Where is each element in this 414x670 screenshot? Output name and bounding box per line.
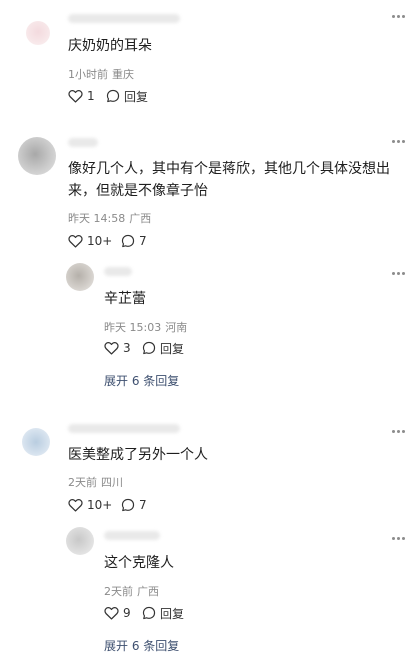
reply-username[interactable] (104, 267, 132, 276)
like-count: 9 (123, 606, 131, 620)
reply-avatar[interactable] (66, 263, 94, 291)
reply-count-button[interactable]: 7 (121, 233, 147, 249)
comment-text: 医美整成了另外一个人 (68, 447, 208, 463)
username[interactable] (68, 424, 180, 433)
avatar[interactable] (18, 137, 56, 175)
reply-button[interactable]: 回复 (142, 605, 184, 621)
comment-bubble-icon (121, 234, 135, 248)
reply-meta: 昨天 15:03 河南 (104, 319, 187, 335)
like-button[interactable]: 9 (104, 605, 131, 621)
reply-time: 2天前 (104, 585, 133, 598)
reply-button[interactable]: 回复 (106, 88, 148, 104)
comment-location: 四川 (101, 476, 123, 489)
reply-location: 广西 (137, 585, 159, 598)
reply-count-button[interactable]: 7 (121, 497, 147, 513)
like-count: 1 (87, 89, 95, 103)
comment-meta: 1小时前 重庆 (68, 66, 134, 82)
comment-time: 1小时前 (68, 68, 108, 81)
heart-icon (104, 607, 119, 620)
comment-meta: 2天前 四川 (68, 474, 123, 490)
more-options-icon[interactable] (390, 271, 406, 277)
username[interactable] (68, 138, 98, 147)
heart-icon (104, 342, 119, 355)
reply-count: 7 (139, 234, 147, 248)
reply-location: 河南 (165, 321, 188, 334)
like-button[interactable]: 10+ (68, 233, 112, 249)
like-count: 10+ (87, 498, 113, 512)
comment-location: 重庆 (112, 68, 134, 81)
comment-location: 广西 (129, 212, 152, 225)
like-button[interactable]: 1 (68, 88, 95, 104)
like-count: 10+ (87, 234, 113, 248)
reply-text: 这个克隆人 (104, 555, 174, 571)
comment-text: 庆奶奶的耳朵 (68, 38, 152, 54)
like-button[interactable]: 10+ (68, 497, 112, 513)
comment-text-line-1: 像好几个人，其中有个是蒋欣，其他几个具体没想出 (68, 161, 390, 177)
reply-username[interactable] (104, 531, 160, 540)
comment-bubble-icon (106, 89, 120, 103)
reply-count: 7 (139, 498, 147, 512)
avatar[interactable] (26, 21, 50, 45)
more-options-icon[interactable] (390, 14, 406, 20)
reply-time: 昨天 15:03 (104, 321, 162, 334)
comment-bubble-icon (142, 341, 156, 355)
like-button[interactable]: 3 (104, 340, 131, 356)
heart-icon (68, 235, 83, 248)
reply-label: 回复 (124, 89, 149, 104)
reply-label: 回复 (160, 606, 185, 621)
heart-icon (68, 499, 83, 512)
reply-button[interactable]: 回复 (142, 340, 184, 356)
avatar[interactable] (22, 428, 50, 456)
comment-time: 昨天 14:58 (68, 212, 126, 225)
reply-label: 回复 (160, 341, 185, 356)
expand-replies-link[interactable]: 展开 6 条回复 (104, 372, 179, 389)
comment-bubble-icon (142, 606, 156, 620)
reply-meta: 2天前 广西 (104, 583, 159, 599)
like-count: 3 (123, 341, 131, 355)
more-options-icon[interactable] (390, 429, 406, 435)
comment-meta: 昨天 14:58 广西 (68, 210, 151, 226)
expand-replies-link[interactable]: 展开 6 条回复 (104, 637, 179, 654)
heart-icon (68, 90, 83, 103)
reply-text: 辛芷蕾 (104, 291, 146, 307)
reply-avatar[interactable] (66, 527, 94, 555)
username[interactable] (68, 14, 180, 23)
comment-text-line-2: 来，但就是不像章子怡 (68, 183, 208, 199)
comment-time: 2天前 (68, 476, 97, 489)
more-options-icon[interactable] (390, 536, 406, 542)
comment-bubble-icon (121, 498, 135, 512)
more-options-icon[interactable] (390, 139, 406, 145)
